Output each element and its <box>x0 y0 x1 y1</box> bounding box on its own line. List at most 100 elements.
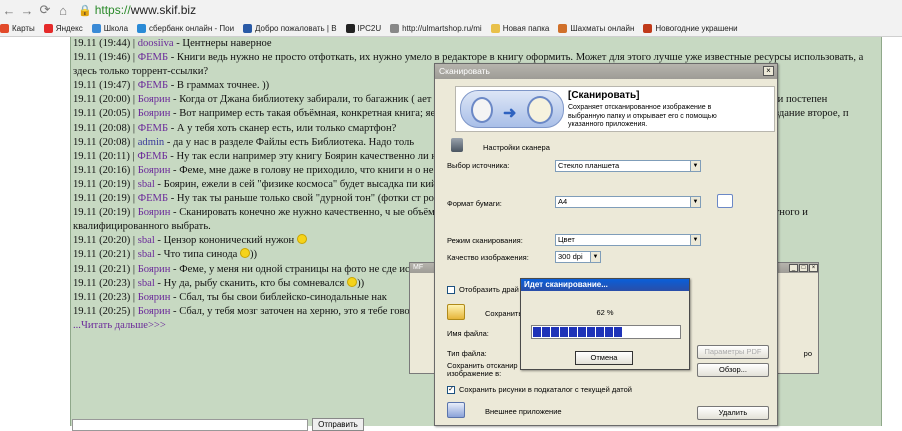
forward-icon[interactable]: → <box>18 1 36 19</box>
scan-dialog: Сканировать × ➜ [Сканировать] Сохраняет … <box>434 63 778 426</box>
bookmark-item[interactable]: Новая папка <box>490 23 550 33</box>
message-time: 19.11 (20:25) | <box>73 305 136 317</box>
paper-label: Формат бумаги: <box>447 199 502 208</box>
chat-input[interactable] <box>72 419 308 431</box>
save-folder-icon <box>447 304 465 320</box>
bookmarks-bar: Карты Яндекс Школа сбербанк онлайн - Пои Доб… <box>0 20 902 37</box>
checkbox-box[interactable] <box>447 285 455 294</box>
progress-segment <box>569 327 577 337</box>
message-author[interactable]: sbal <box>138 278 155 289</box>
cancel-button[interactable]: Отмена <box>575 351 633 365</box>
address-bar[interactable]: 🔒 https://www.skif.biz <box>78 3 196 17</box>
message-author[interactable]: Боярин <box>138 292 171 303</box>
pin-icon <box>0 23 9 33</box>
bookmark-item[interactable]: Карты <box>0 23 35 33</box>
message-time: 19.11 (20:21) | <box>73 249 136 261</box>
browse-button[interactable]: Обзор... <box>697 363 769 377</box>
checkbox-box[interactable]: ✓ <box>447 385 455 394</box>
scan-progress-dialog: Идет сканирование... 62 % Отмена <box>520 278 690 370</box>
scanner-settings-icon <box>451 138 463 152</box>
bookmark-item[interactable]: Яндекс <box>43 23 83 33</box>
smiley-icon <box>296 234 307 245</box>
message-author[interactable]: sbal <box>138 235 155 246</box>
source-select[interactable]: Стекло планшета ▼ <box>555 160 701 172</box>
message-author[interactable]: sbal <box>138 249 155 260</box>
message-tail: )) <box>357 277 365 289</box>
lock-icon: 🔒 <box>78 4 92 17</box>
close-icon[interactable]: × <box>809 264 818 272</box>
message-author[interactable]: ФЕМБ <box>138 193 168 204</box>
message-author[interactable]: doosiiva <box>138 38 174 49</box>
bookmark-label: Школа <box>103 23 129 33</box>
folder-icon <box>490 23 500 33</box>
bookmark-item[interactable]: Добро пожаловать | В <box>243 23 337 33</box>
bookmark-item[interactable]: IPC2U <box>345 23 382 33</box>
bookmark-item[interactable]: http://ulmartshop.ru/mi <box>390 23 482 33</box>
minimize-icon[interactable]: _ <box>789 264 798 272</box>
paper-select[interactable]: A4 ▼ <box>555 196 701 208</box>
message-text: - А у тебя хоть сканер есть, или только … <box>168 122 397 134</box>
message-time: 19.11 (20:08) | <box>73 136 136 148</box>
source-value: Стекло планшета <box>558 161 620 170</box>
message-author[interactable]: ФЕМБ <box>138 123 168 134</box>
save-in-label: Сохранить отсканир изображение в: <box>447 361 518 378</box>
home-icon[interactable]: ⌂ <box>54 1 72 19</box>
bookmark-label: IPC2U <box>357 23 382 33</box>
maximize-icon[interactable]: □ <box>799 264 808 272</box>
back-icon[interactable]: ← <box>0 1 18 19</box>
scan-dialog-title-text: Сканировать <box>439 66 490 76</box>
delete-button[interactable]: Удалить <box>697 406 769 420</box>
mode-label: Режим сканирования: <box>447 236 523 245</box>
message-text: - Боярин, ежели в сей "физике космоса" б… <box>154 178 455 190</box>
save-label: Сохранить <box>485 309 523 318</box>
subfolder-checkbox[interactable]: ✓ Сохранить рисунки в подкаталог с текуще… <box>447 385 632 394</box>
chevron-down-icon: ▼ <box>690 235 700 245</box>
message-author[interactable]: Боярин <box>138 108 171 119</box>
filename-label: Имя файла: <box>447 329 489 338</box>
message-text: - Что типа синода <box>154 249 238 261</box>
show-driver-checkbox[interactable]: Отобразить драй <box>447 285 519 294</box>
message-time: 19.11 (20:00) | <box>73 94 136 106</box>
message-author[interactable]: Боярин <box>138 165 171 176</box>
message-time: 19.11 (19:46) | <box>73 52 136 64</box>
mode-value: Цвет <box>558 235 575 244</box>
bookmark-item[interactable]: сбербанк онлайн - Пои <box>137 23 235 33</box>
bookmark-label: Яндекс <box>55 23 83 33</box>
hero-description: Сохраняет отсканированное изображение в … <box>568 104 717 128</box>
smiley-icon <box>347 276 358 287</box>
bookmark-item[interactable]: Новогодние украшени <box>643 23 738 33</box>
close-icon[interactable]: × <box>763 66 774 76</box>
quality-label: Качество изображения: <box>447 253 529 262</box>
message-author[interactable]: Боярин <box>138 306 171 317</box>
bookmark-item[interactable]: Школа <box>91 23 129 33</box>
progress-segment <box>587 327 595 337</box>
message-author[interactable]: admin <box>138 137 164 148</box>
arrow-right-icon: ➜ <box>503 105 517 122</box>
message-time: 19.11 (20:08) | <box>73 122 136 134</box>
reload-icon[interactable]: ⟳ <box>36 1 54 19</box>
message-text: - Цензор кононический нужон <box>154 235 295 247</box>
message-author[interactable]: ФЕМБ <box>138 52 168 63</box>
message-author[interactable]: Боярин <box>138 207 171 218</box>
message-author[interactable]: Боярин <box>138 94 171 105</box>
message-author[interactable]: ФЕМБ <box>137 151 167 162</box>
message-author[interactable]: Боярин <box>138 264 171 275</box>
bookmark-item[interactable]: Шахматы онлайн <box>558 23 634 33</box>
mode-select[interactable]: Цвет ▼ <box>555 234 701 246</box>
send-button[interactable]: Отправить <box>312 418 364 431</box>
background-window-title-text: MF <box>413 264 424 271</box>
bookmark-label: Новая папка <box>502 23 550 33</box>
scan-dialog-title: Сканировать × <box>435 64 777 79</box>
page-settings-icon[interactable] <box>717 194 733 208</box>
external-app-icon <box>447 402 465 418</box>
progress-bar <box>531 325 681 339</box>
bookmark-label: сбербанк онлайн - Пои <box>149 23 235 33</box>
background-window-side-text: ро <box>803 349 812 358</box>
paper-value: A4 <box>558 197 568 206</box>
message-author[interactable]: sbal <box>138 179 155 190</box>
chess-icon <box>558 23 568 33</box>
google-icon <box>137 23 147 33</box>
quality-select[interactable]: 300 dpi ▼ <box>555 251 601 263</box>
message-author[interactable]: ФЕМБ <box>138 80 168 91</box>
pdf-params-button[interactable]: Параметры PDF <box>697 345 769 359</box>
